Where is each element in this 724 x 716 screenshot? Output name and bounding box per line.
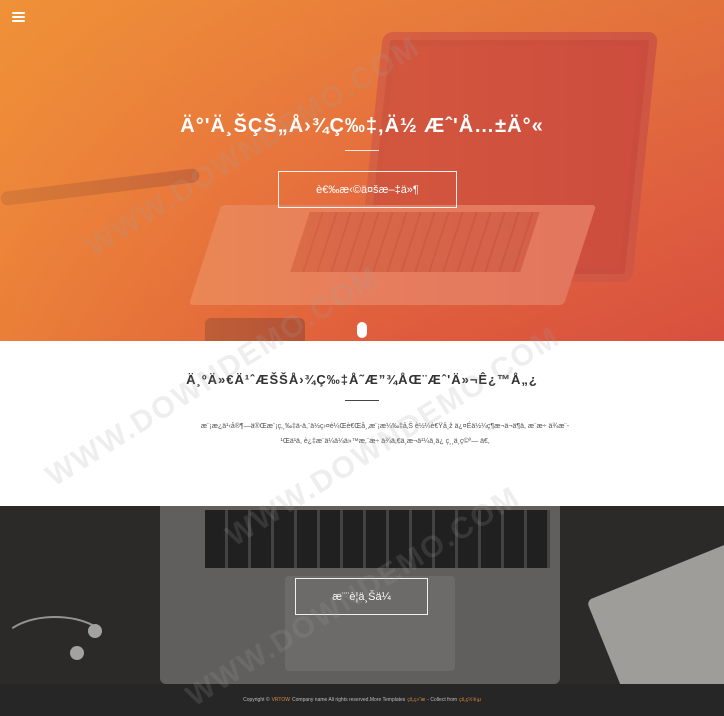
collect-text: - Collect from: [427, 697, 458, 703]
select-files-button[interactable]: è€‰æ‹©ä¤šæ–‡ä»¶: [278, 171, 457, 208]
footer: Copyright © VRTOW Company name All right…: [0, 684, 724, 716]
templates-link[interactable]: çš„ç»“æ: [407, 697, 425, 703]
about-section: Ä¸ºÄ»€Ä¹ˆÆŠŠÅ›¾Ç‰‡Å˜Æ”¾ÅŒ¨Æˆ'Ä»¬Ê¿™Å„¿ æ…: [0, 341, 724, 506]
about-divider: [345, 400, 379, 401]
about-title: Ä¸ºÄ»€Ä¹ˆÆŠŠÅ›¾Ç‰‡Å˜Æ”¾ÅŒ¨Æˆ'Ä»¬Ê¿™Å„¿: [186, 372, 538, 387]
brand-link[interactable]: VRTOW: [272, 697, 290, 703]
hamburger-menu-icon[interactable]: [12, 12, 25, 23]
collect-link[interactable]: çš„ç½‘é¡µ: [459, 697, 481, 703]
copyright-suffix: Company name All rights reserved.More Te…: [292, 697, 406, 703]
hero-title: Ä°'Ä¸ŠÇŠ„Å›¾Ç‰‡‚Ä½ Æˆ'Å…±Ä°«: [180, 115, 544, 137]
upload-section: æ¨¨è¦ä¸Šä¼: [0, 506, 724, 684]
copyright-prefix: Copyright ©: [243, 697, 270, 703]
upload-button[interactable]: æ¨¨è¦ä¸Šä¼: [295, 578, 428, 615]
scroll-down-icon[interactable]: [357, 322, 367, 338]
hero-content: Ä°'Ä¸ŠÇŠ„Å›¾Ç‰‡‚Ä½ Æˆ'Å…±Ä°« è€‰æ‹©ä¤šæ–…: [0, 0, 724, 341]
hero-section: Ä°'Ä¸ŠÇŠ„Å›¾Ç‰‡‚Ä½ Æˆ'Å…±Ä°« è€‰æ‹©ä¤šæ–…: [0, 0, 724, 341]
hero-divider: [345, 150, 379, 151]
about-paragraph: æ¨¡æ¿ä¹‹å®¶—ä®Œæ¨¡ç‚¸‰‡ä-ä,¨ä½ç›¤è¼Œè€Œå…: [200, 423, 570, 445]
